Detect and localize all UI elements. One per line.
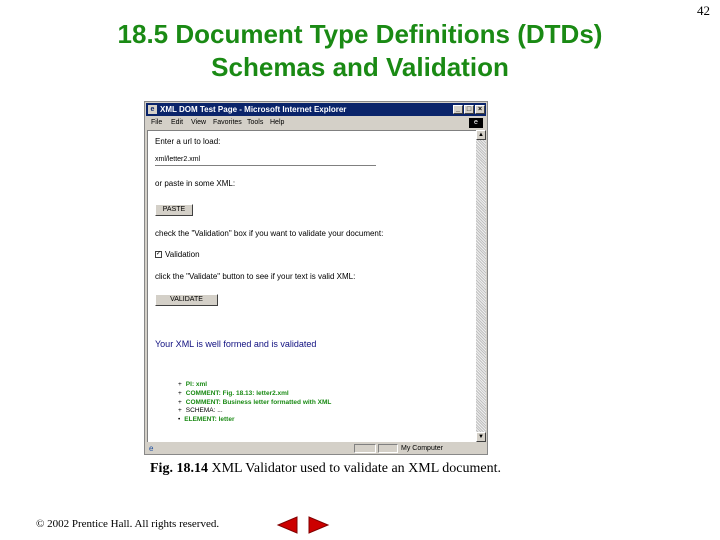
paste-button[interactable]: PASTE: [155, 204, 193, 216]
tree-label: PI: xml: [185, 381, 208, 388]
menu-file[interactable]: File: [151, 117, 162, 129]
minimize-icon[interactable]: _: [453, 105, 463, 114]
status-bar: e My Computer: [146, 443, 486, 454]
ie-globe-icon: e: [149, 444, 154, 453]
tree-item[interactable]: + PI: xml: [178, 381, 331, 390]
slide-title: 18.5 Document Type Definitions (DTDs) Sc…: [60, 18, 660, 84]
status-pane: [378, 444, 398, 453]
tree-label: SCHEMA: ...: [185, 407, 223, 415]
tree-item[interactable]: + COMMENT: Business letter formatted with…: [178, 399, 331, 408]
close-icon[interactable]: ×: [475, 105, 485, 114]
slide-title-line1: 18.5 Document Type Definitions (DTDs): [117, 19, 603, 49]
tree-bullet: •: [178, 416, 181, 424]
scroll-down-icon[interactable]: ▼: [476, 432, 486, 442]
figure-caption-text: XML Validator used to validate an XML do…: [207, 461, 501, 476]
ie-logo-icon: e: [469, 118, 483, 128]
status-pane: [354, 444, 376, 453]
validation-result: Your XML is well formed and is validated: [155, 339, 317, 349]
validate-prompt: click the "Validate" button to see if yo…: [155, 272, 356, 281]
menu-favorites[interactable]: Favorites: [213, 117, 242, 129]
maximize-icon[interactable]: □: [464, 105, 474, 114]
window-titlebar[interactable]: e XML DOM Test Page - Microsoft Internet…: [146, 103, 486, 116]
ie-page-icon: e: [148, 105, 157, 114]
menu-tools[interactable]: Tools: [247, 117, 263, 129]
tree-bullet: +: [178, 381, 182, 388]
validate-button[interactable]: VALIDATE: [155, 294, 218, 306]
validation-prompt: check the "Validation" box if you want t…: [155, 229, 384, 238]
url-prompt: Enter a url to load:: [155, 137, 221, 146]
tree-bullet: +: [178, 407, 182, 415]
figure-caption: Fig. 18.14 XML Validator used to validat…: [150, 461, 501, 477]
copyright-notice: © 2002 Prentice Hall. All rights reserve…: [36, 518, 220, 530]
tree-label: ELEMENT: letter: [184, 416, 235, 424]
vertical-scrollbar[interactable]: ▲ ▼: [476, 130, 486, 442]
tree-item[interactable]: • ELEMENT: letter: [178, 416, 331, 425]
browser-window: e XML DOM Test Page - Microsoft Internet…: [144, 101, 488, 455]
triangle-left-icon: [276, 516, 298, 534]
page-content: Enter a url to load: xml/letter2.xml or …: [147, 130, 476, 442]
tree-label: COMMENT: Business letter formatted with …: [185, 398, 332, 406]
next-slide-button[interactable]: [305, 515, 331, 535]
menu-edit[interactable]: Edit: [171, 117, 183, 129]
validation-checkbox-label: Validation: [165, 250, 200, 259]
tree-item[interactable]: + SCHEMA: ...: [178, 407, 331, 416]
dom-tree: + PI: xml + COMMENT: Fig. 18.13: letter2.x…: [178, 381, 331, 425]
tree-item[interactable]: + COMMENT: Fig. 18.13: letter2.xml: [178, 390, 331, 399]
window-title: XML DOM Test Page - Microsoft Internet E…: [160, 105, 347, 114]
validation-checkbox[interactable]: ✓: [155, 251, 162, 258]
tree-bullet: +: [178, 398, 182, 406]
url-input[interactable]: xml/letter2.xml: [155, 155, 376, 166]
scroll-up-icon[interactable]: ▲: [476, 130, 486, 140]
paste-prompt: or paste in some XML:: [155, 179, 236, 188]
menu-view[interactable]: View: [191, 117, 206, 129]
prev-slide-button[interactable]: [275, 515, 301, 535]
tree-bullet: +: [178, 389, 182, 397]
menu-help[interactable]: Help: [270, 117, 284, 129]
figure-number: Fig. 18.14: [150, 461, 208, 476]
slide-title-line2: Schemas and Validation: [211, 52, 509, 82]
triangle-right-icon: [308, 516, 330, 534]
tree-label: COMMENT: Fig. 18.13: letter2.xml: [185, 389, 289, 397]
status-zone: My Computer: [401, 445, 444, 452]
page-number: 42: [697, 3, 710, 18]
menu-bar: File Edit View Favorites Tools Help: [146, 117, 486, 129]
